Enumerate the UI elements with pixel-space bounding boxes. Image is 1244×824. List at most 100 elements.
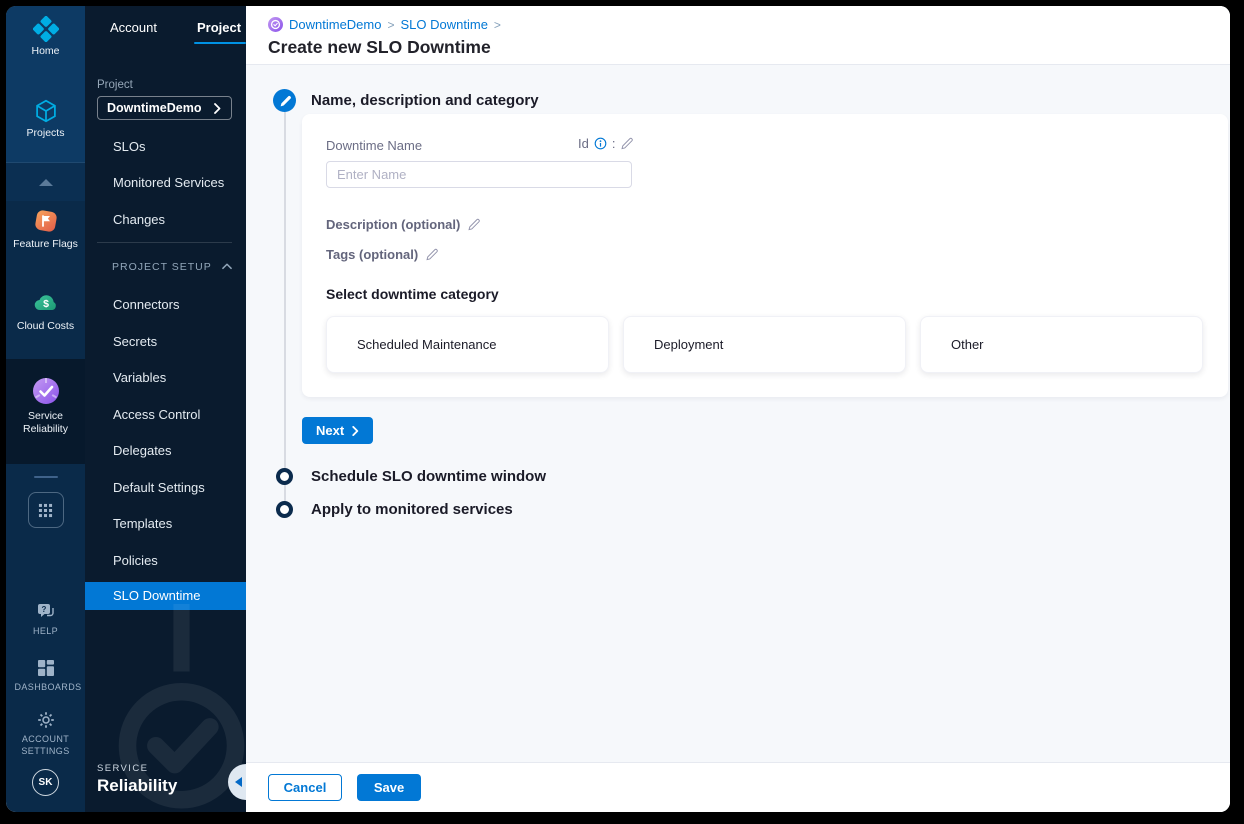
feature-flags-icon: [34, 210, 57, 232]
cancel-button[interactable]: Cancel: [268, 774, 342, 801]
tags-toggle[interactable]: Tags (optional): [326, 247, 1228, 262]
tab-project[interactable]: Project: [193, 20, 246, 44]
step3-ring-icon: [276, 501, 293, 518]
step1-title: Name, description and category: [311, 92, 539, 109]
sidebar-item-access-control[interactable]: Access Control: [85, 396, 246, 433]
rail-scroll-up[interactable]: [6, 163, 85, 201]
nav-cloud-costs[interactable]: $ Cloud Costs: [6, 283, 85, 341]
svg-text:?: ?: [41, 605, 46, 614]
sidebar-item-secrets[interactable]: Secrets: [85, 323, 246, 360]
sidebar-item-delegates[interactable]: Delegates: [85, 433, 246, 470]
project-selector[interactable]: DowntimeDemo: [97, 96, 232, 120]
dashboards-icon: [37, 660, 54, 676]
nav-home-label: Home: [31, 45, 60, 57]
breadcrumb-project-link[interactable]: DowntimeDemo: [289, 17, 381, 32]
project-setup-header[interactable]: PROJECT SETUP: [85, 247, 246, 287]
category-section-label: Select downtime category: [326, 286, 499, 302]
nav-service-reliability-label: Service Reliability: [23, 410, 68, 435]
nav-feature-flags-label: Feature Flags: [13, 238, 78, 250]
downtime-name-input[interactable]: [326, 161, 632, 188]
sidebar-item-connectors[interactable]: Connectors: [85, 287, 246, 324]
user-avatar[interactable]: SK: [32, 769, 59, 796]
help-chat-icon: ?: [37, 604, 54, 617]
sidebar-item-changes[interactable]: Changes: [85, 201, 246, 238]
page-title: Create new SLO Downtime: [268, 37, 491, 57]
chevron-left-icon: [235, 777, 242, 787]
module-rail: Home Projects Feature Flags $ Cloud Cost…: [6, 6, 85, 812]
harness-logo-icon: [32, 16, 59, 42]
app-window: Home Projects Feature Flags $ Cloud Cost…: [6, 6, 1230, 812]
breadcrumb-section-link[interactable]: SLO Downtime: [401, 17, 488, 32]
nav-cloud-costs-label: Cloud Costs: [16, 320, 75, 332]
project-setup-list: Connectors Secrets Variables Access Cont…: [85, 287, 246, 610]
category-card-deployment[interactable]: Deployment: [623, 316, 906, 373]
description-toggle[interactable]: Description (optional): [326, 217, 1228, 232]
tags-label: Tags (optional): [326, 247, 419, 262]
nav-help[interactable]: ? HELP: [6, 601, 85, 637]
sidebar-item-monitored-services[interactable]: Monitored Services: [85, 165, 246, 202]
nav-home[interactable]: Home: [6, 16, 85, 58]
project-selector-value: DowntimeDemo: [107, 101, 202, 115]
step2-ring-icon: [276, 468, 293, 485]
module-selector-button[interactable]: [27, 492, 64, 528]
nav-service-reliability[interactable]: Service Reliability: [6, 359, 85, 464]
rail-section-divider: [6, 464, 85, 490]
nav-projects[interactable]: Projects: [6, 98, 85, 140]
stepper-connector-line: [284, 112, 286, 505]
avatar-initials: SK: [38, 777, 53, 788]
nav-account-settings[interactable]: ACCOUNT SETTINGS: [6, 711, 85, 757]
nav-help-label: HELP: [32, 626, 59, 636]
drag-handle-icon: [33, 476, 58, 478]
edit-id-pencil-icon[interactable]: [620, 137, 634, 150]
rail-top-section: Home Projects: [6, 6, 85, 163]
category-card-scheduled-maintenance[interactable]: Scheduled Maintenance: [326, 316, 609, 373]
sidebar-divider: [97, 241, 232, 243]
downtime-name-label: Downtime Name: [326, 138, 423, 153]
page-header: DowntimeDemo > SLO Downtime > Create new…: [246, 6, 1230, 65]
nav-dashboards[interactable]: DASHBOARDS: [6, 659, 85, 693]
step3-title: Apply to monitored services: [311, 501, 513, 518]
sidebar-item-default-settings[interactable]: Default Settings: [85, 469, 246, 506]
scope-tabs: Account Project: [85, 6, 246, 44]
chevron-up-icon: [38, 178, 53, 186]
save-button[interactable]: Save: [357, 774, 421, 801]
slo-nav-list: SLOs Monitored Services Changes: [85, 128, 246, 238]
info-icon[interactable]: [594, 137, 607, 150]
step2-header[interactable]: Schedule SLO downtime window: [273, 468, 546, 485]
edit-description-pencil-icon: [468, 218, 481, 231]
nav-dashboards-label: DASHBOARDS: [14, 682, 82, 692]
breadcrumb-separator: >: [387, 17, 395, 32]
id-colon: :: [611, 136, 616, 151]
pencil-icon: [280, 95, 291, 106]
sidebar-item-templates[interactable]: Templates: [85, 506, 246, 543]
sidebar-item-policies[interactable]: Policies: [85, 542, 246, 579]
id-field-group: Id :: [578, 136, 634, 151]
chevron-up-icon: [222, 263, 232, 270]
project-field-label: Project: [97, 79, 133, 91]
nav-feature-flags[interactable]: Feature Flags: [6, 201, 85, 259]
srm-breadcrumb-icon: [268, 17, 283, 32]
sidebar-collapse-button[interactable]: [228, 764, 246, 800]
sidebar-item-slo-downtime[interactable]: SLO Downtime: [85, 581, 246, 610]
nav-projects-label: Projects: [26, 127, 65, 139]
step1-header[interactable]: Name, description and category: [273, 89, 539, 112]
svg-text:$: $: [43, 298, 49, 310]
action-footer: Cancel Save: [246, 762, 1230, 812]
cloud-costs-icon: $: [34, 295, 56, 311]
sidebar-item-slos[interactable]: SLOs: [85, 128, 246, 165]
category-card-other[interactable]: Other: [920, 316, 1203, 373]
chevron-right-icon: [352, 425, 359, 436]
sidebar-item-variables[interactable]: Variables: [85, 360, 246, 397]
step1-form-panel: Downtime Name Id : Descripti: [302, 114, 1228, 397]
tab-account[interactable]: Account: [110, 20, 157, 35]
service-reliability-icon: [32, 378, 59, 404]
chevron-right-icon: [214, 102, 221, 114]
wizard-content: Name, description and category Downtime …: [246, 65, 1230, 762]
gear-icon: [37, 712, 54, 728]
breadcrumb-separator: >: [493, 17, 501, 32]
module-footer-small: SERVICE: [97, 763, 149, 774]
project-setup-label: PROJECT SETUP: [112, 260, 212, 273]
next-button[interactable]: Next: [302, 417, 374, 444]
step3-header[interactable]: Apply to monitored services: [273, 501, 513, 518]
module-footer: SERVICE Reliability: [97, 763, 177, 796]
